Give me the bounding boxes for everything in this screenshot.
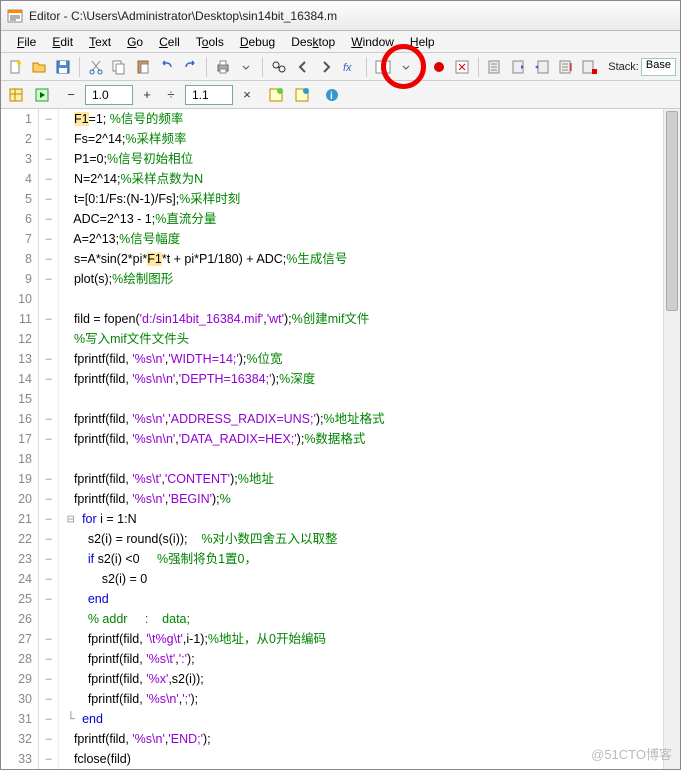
menu-tools[interactable]: Tools (188, 33, 232, 51)
toolbar-main: fx Stack: Base (1, 53, 680, 81)
stack-label: Stack: (608, 61, 639, 73)
times-button[interactable]: × (237, 85, 257, 105)
toolbar-cell: − 1.0 + ÷ 1.1 × i (1, 81, 680, 109)
line-gutter: 1234567891011121314151617181920212223242… (1, 109, 39, 769)
code-content[interactable]: F1=1; %信号的频率 Fs=2^14;%采样频率 P1=0;%信号初始相位 … (59, 109, 680, 769)
inc-value-2[interactable]: 1.1 (185, 85, 233, 105)
forward-icon[interactable] (315, 56, 337, 78)
window-title: Editor - C:\Users\Administrator\Desktop\… (29, 9, 337, 23)
print-icon[interactable] (212, 56, 234, 78)
redo-icon[interactable] (179, 56, 201, 78)
menu-go[interactable]: Go (119, 33, 151, 51)
clear-breakpoint-icon[interactable] (452, 56, 474, 78)
menu-help[interactable]: Help (402, 33, 443, 51)
open-icon[interactable] (29, 56, 51, 78)
menu-desktop[interactable]: Desktop (283, 33, 343, 51)
menu-window[interactable]: Window (343, 33, 402, 51)
watermark: @51CTO博客 (591, 744, 672, 763)
breakpoint-icon[interactable] (428, 56, 450, 78)
vertical-scrollbar[interactable] (663, 109, 680, 769)
svg-text:fx: fx (343, 62, 352, 74)
breakpoint-margin[interactable]: –––––––––––––––––––––––––––– (39, 109, 59, 769)
back-icon[interactable] (292, 56, 314, 78)
menu-debug[interactable]: Debug (232, 33, 283, 51)
copy-icon[interactable] (108, 56, 130, 78)
eval-cell-icon[interactable] (31, 84, 53, 106)
cut-icon[interactable] (85, 56, 107, 78)
print-dropdown-icon[interactable] (236, 56, 258, 78)
info-icon[interactable]: i (321, 84, 343, 106)
run-dropdown-icon[interactable] (395, 56, 417, 78)
publish2-icon[interactable] (291, 84, 313, 106)
menu-file[interactable]: File (9, 33, 44, 51)
stop-icon[interactable] (579, 56, 601, 78)
menu-text[interactable]: Text (81, 33, 119, 51)
step-in-icon[interactable] (508, 56, 530, 78)
menu-edit[interactable]: Edit (44, 33, 81, 51)
save-icon[interactable] (52, 56, 74, 78)
plus-button[interactable]: + (137, 85, 157, 105)
cell-mode-icon[interactable] (5, 84, 27, 106)
menubar: File Edit Text Go Cell Tools Debug Deskt… (1, 31, 680, 53)
inc-value-1[interactable]: 1.0 (85, 85, 133, 105)
scrollbar-thumb[interactable] (666, 111, 678, 311)
app-icon (7, 8, 23, 24)
new-file-icon[interactable] (5, 56, 27, 78)
menu-cell[interactable]: Cell (151, 33, 188, 51)
continue-icon[interactable] (555, 56, 577, 78)
fx-icon[interactable]: fx (339, 56, 361, 78)
undo-icon[interactable] (156, 56, 178, 78)
step-out-icon[interactable] (531, 56, 553, 78)
titlebar: Editor - C:\Users\Administrator\Desktop\… (1, 1, 680, 31)
minus-button[interactable]: − (61, 85, 81, 105)
step-icon[interactable] (484, 56, 506, 78)
find-icon[interactable] (268, 56, 290, 78)
svg-text:i: i (330, 91, 333, 102)
run-icon[interactable] (372, 56, 394, 78)
publish-icon[interactable] (265, 84, 287, 106)
divide-button[interactable]: ÷ (161, 85, 181, 105)
stack-select[interactable]: Base (641, 58, 676, 76)
editor-area[interactable]: 1234567891011121314151617181920212223242… (1, 109, 680, 769)
paste-icon[interactable] (132, 56, 154, 78)
